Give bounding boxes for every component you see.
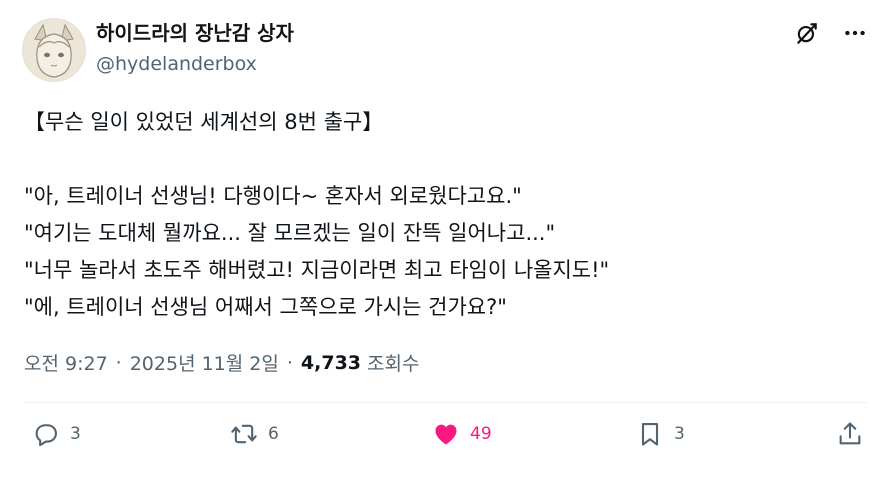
like-button[interactable]: 49 [432, 420, 492, 448]
more-icon [845, 30, 865, 36]
meta-separator: · [286, 351, 293, 374]
bookmark-icon [641, 423, 659, 446]
retweet-button[interactable]: 6 [230, 420, 279, 448]
display-name[interactable]: 하이드라의 장난감 상자 [96, 20, 294, 46]
views-count[interactable]: 4,733 [301, 352, 361, 374]
retweet-icon [231, 424, 257, 444]
meta-separator: · [115, 351, 122, 374]
grok-icon [797, 23, 817, 44]
views-label: 조회수 [367, 353, 420, 375]
user-handle[interactable]: @hydelanderbox [96, 52, 257, 76]
bookmark-count: 3 [674, 424, 685, 444]
avatar-image [23, 19, 85, 81]
share-button[interactable] [836, 420, 864, 448]
more-button[interactable] [842, 20, 868, 46]
heart-icon [435, 424, 457, 445]
tweet-date[interactable]: 2025년 11월 2일 [130, 349, 279, 376]
tweet-meta: 오전 9:27 · 2025년 11월 2일 · 4,733 조회수 [24, 349, 419, 376]
divider [24, 402, 868, 403]
grok-button[interactable] [794, 20, 820, 46]
share-icon [839, 422, 861, 445]
retweet-count: 6 [268, 424, 279, 444]
like-count: 49 [470, 424, 492, 444]
tweet-time[interactable]: 오전 9:27 [24, 349, 108, 376]
avatar[interactable] [22, 18, 86, 82]
tweet-header-actions [794, 20, 868, 46]
reply-button[interactable]: 3 [32, 420, 81, 448]
bookmark-button[interactable]: 3 [636, 420, 685, 448]
reply-count: 3 [70, 424, 81, 444]
tweet-actions: 3 6 49 3 [0, 420, 886, 460]
tweet-text: 【무슨 일이 있었던 세계선의 8번 출구】 "아, 트레이너 선생님! 다행이… [24, 110, 610, 319]
reply-icon [35, 424, 57, 447]
